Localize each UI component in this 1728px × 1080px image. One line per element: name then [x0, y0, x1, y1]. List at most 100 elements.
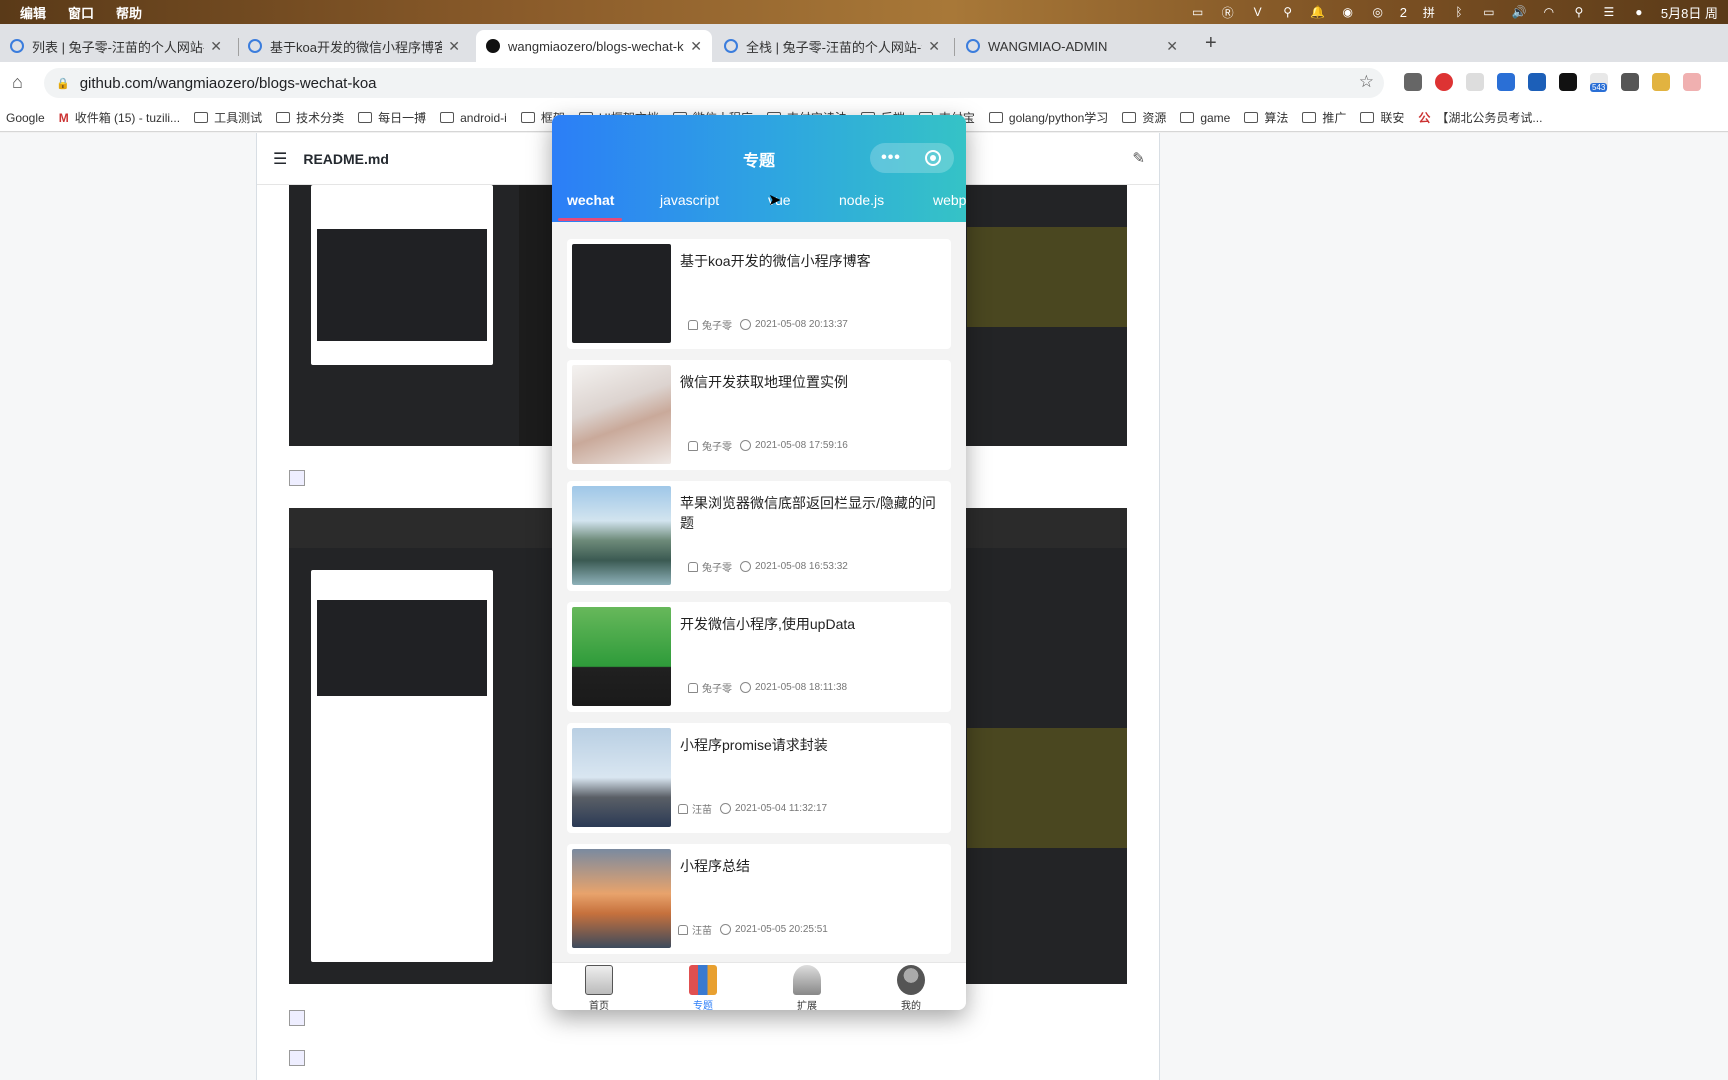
article-card[interactable]: 开发微信小程序,使用upData 兔子零 2021-05-08 18:11:38 — [567, 602, 951, 712]
siri-icon[interactable]: ● — [1631, 5, 1647, 19]
tabbar-profile[interactable]: 我的 — [881, 965, 941, 1010]
volume-icon[interactable]: 🔊 — [1511, 5, 1527, 19]
site-favicon-icon — [724, 39, 738, 53]
more-dots-icon[interactable]: ••• — [870, 149, 912, 167]
tab-nodejs[interactable]: node.js — [839, 180, 884, 222]
menu-bar: 编辑 窗口 帮助 ▭ Ⓡ V ⚲ 🔔 ◉ ◎ 2 拼 ᛒ ▭ 🔊 ◠ ⚲ ☰ ●… — [0, 0, 1728, 24]
miniprogram-window: 专题 ••• wechat javascript vue node.js web… — [552, 115, 966, 1010]
url-text[interactable]: github.com/wangmiaozero/blogs-wechat-koa — [80, 75, 377, 92]
close-icon[interactable]: ✕ — [928, 38, 940, 55]
bookmark-gmail[interactable]: M 收件箱 (15) - tuzili... — [59, 109, 180, 126]
search-app-icon[interactable]: ⚲ — [1280, 5, 1296, 19]
user-icon — [688, 319, 698, 330]
menubar-date[interactable]: 5月8日 周 — [1661, 3, 1718, 22]
folder-icon — [1360, 112, 1375, 123]
outline-list-icon[interactable]: ☰ — [273, 149, 287, 169]
tabbar-extend[interactable]: 扩展 — [777, 965, 837, 1010]
r-app-icon[interactable]: Ⓡ — [1220, 5, 1236, 20]
control-center-icon[interactable]: ☰ — [1601, 5, 1617, 19]
bookmark-folder[interactable]: 算法 — [1244, 109, 1288, 126]
tab-javascript[interactable]: javascript — [660, 180, 719, 222]
article-card[interactable]: 基于koa开发的微信小程序博客 兔子零 2021-05-08 20:13:37 — [567, 239, 951, 349]
article-meta: 兔子零 2021-05-08 16:53:32 — [688, 559, 848, 574]
tab-5[interactable]: WANGMIAO-ADMIN ✕ — [956, 30, 1188, 62]
v-app-icon[interactable]: V — [1250, 5, 1266, 19]
tab-4[interactable]: 全栈 | 兔子零-汪苗的个人网站-全 ✕ — [714, 30, 950, 62]
tab-wechat[interactable]: wechat — [567, 180, 614, 222]
wechat-icon[interactable]: ◉ — [1340, 5, 1356, 19]
article-card[interactable]: 小程序promise请求封装 汪苗 2021-05-04 11:32:17 — [567, 723, 951, 833]
screen-record-icon[interactable]: ▭ — [1190, 5, 1206, 19]
article-card[interactable]: 微信开发获取地理位置实例 兔子零 2021-05-08 17:59:16 — [567, 360, 951, 470]
bookmark-folder[interactable]: 资源 — [1122, 109, 1166, 126]
extension-badge-icon[interactable]: 543 — [1590, 73, 1608, 92]
article-card[interactable]: 苹果浏览器微信底部返回栏显示/隐藏的问题 兔子零 2021-05-08 16:5… — [567, 481, 951, 591]
tab-strip: 列表 | 兔子零-汪苗的个人网站-全 ✕ 基于koa开发的微信小程序博客 ✕ w… — [0, 24, 1728, 62]
bookmark-star-icon[interactable]: ☆ — [1359, 72, 1374, 92]
menu-help[interactable]: 帮助 — [116, 3, 142, 22]
tab-webpack[interactable]: webpack — [933, 180, 966, 222]
bookmark-folder[interactable]: 联安 — [1360, 109, 1404, 126]
extension-grey-icon[interactable] — [1466, 73, 1484, 91]
home-icon[interactable]: ⌂ — [12, 72, 23, 93]
bookmark-label: Google — [6, 110, 45, 125]
tab-2[interactable]: 基于koa开发的微信小程序博客 ✕ — [238, 30, 470, 62]
menu-edit[interactable]: 编辑 — [20, 3, 46, 22]
active-tab-indicator — [558, 218, 622, 221]
topic-tabs: wechat javascript vue node.js webpack — [552, 180, 966, 222]
bookmark-folder[interactable]: 每日一搏 — [358, 109, 426, 126]
tabbar-topics[interactable]: 专题 — [673, 965, 733, 1010]
close-icon[interactable]: ✕ — [690, 38, 702, 55]
extension-blue-icon[interactable] — [1497, 73, 1515, 91]
clock-icon — [740, 440, 751, 451]
tabbar-label: 专题 — [693, 1001, 713, 1010]
address-bar[interactable]: 🔒 github.com/wangmiaozero/blogs-wechat-k… — [44, 68, 1384, 98]
extension-v-icon[interactable] — [1404, 73, 1422, 91]
wifi-icon[interactable]: ◠ — [1541, 5, 1557, 19]
bluetooth-icon[interactable]: ᛒ — [1451, 5, 1467, 19]
extension-shield-icon[interactable] — [1621, 73, 1639, 91]
edit-pencil-icon[interactable]: ✎ — [1132, 149, 1145, 167]
folder-icon — [194, 112, 209, 123]
bookmark-folder[interactable]: 技术分类 — [276, 109, 344, 126]
close-miniprogram-button[interactable] — [912, 150, 954, 166]
tab-1[interactable]: 列表 | 兔子零-汪苗的个人网站-全 ✕ — [0, 30, 232, 62]
extension-palette-icon[interactable] — [1652, 73, 1670, 91]
exam-site-icon: 公 — [1418, 111, 1431, 125]
article-thumbnail — [572, 244, 671, 343]
notification-icon[interactable]: 🔔 — [1310, 5, 1326, 19]
close-icon[interactable]: ✕ — [1166, 38, 1178, 55]
close-icon[interactable]: ✕ — [210, 38, 222, 55]
close-icon[interactable]: ✕ — [448, 38, 460, 55]
article-thumbnail — [572, 849, 671, 948]
menu-window[interactable]: 窗口 — [68, 3, 94, 22]
article-thumbnail — [572, 607, 671, 706]
bookmark-folder[interactable]: 工具测试 — [194, 109, 262, 126]
bookmark-folder[interactable]: golang/python学习 — [988, 109, 1108, 126]
extension-black-icon[interactable] — [1559, 73, 1577, 91]
tabbar-home[interactable]: 首页 — [569, 965, 629, 1010]
article-card[interactable]: 小程序总结 汪苗 2021-05-05 20:25:51 — [567, 844, 951, 954]
wechat-work-icon[interactable]: ◎ — [1370, 5, 1386, 19]
extension-red-icon[interactable] — [1435, 73, 1453, 91]
extension-pink-icon[interactable] — [1683, 73, 1701, 91]
bookmark-label: 每日一搏 — [378, 111, 427, 125]
bookmark-google[interactable]: Google — [6, 111, 45, 125]
tab-3-active[interactable]: wangmiaozero/blogs-wechat-k ✕ — [476, 30, 712, 62]
bookmark-folder[interactable]: 推广 — [1302, 109, 1346, 126]
lock-icon[interactable]: 🔒 — [56, 77, 70, 90]
input-method-icon[interactable]: 拼 — [1421, 5, 1437, 20]
spotlight-icon[interactable]: ⚲ — [1571, 5, 1587, 19]
bookmark-folder[interactable]: game — [1180, 111, 1230, 125]
bookmark-label: 算法 — [1264, 111, 1289, 125]
extension-calendar-icon[interactable] — [1528, 73, 1546, 91]
article-time: 2021-05-08 20:13:37 — [755, 319, 848, 330]
article-title: 基于koa开发的微信小程序博客 — [680, 253, 871, 269]
screenshot-phone-mock — [311, 185, 493, 365]
article-meta: 汪苗 2021-05-05 20:25:51 — [678, 922, 828, 937]
bookmark-exam[interactable]: 公【湖北公务员考试... — [1418, 109, 1542, 126]
bookmark-folder[interactable]: android-i — [440, 111, 507, 125]
new-tab-button[interactable]: + — [1205, 32, 1217, 55]
battery-icon[interactable]: ▭ — [1481, 5, 1497, 19]
extension-badge-count: 543 — [1590, 83, 1608, 92]
